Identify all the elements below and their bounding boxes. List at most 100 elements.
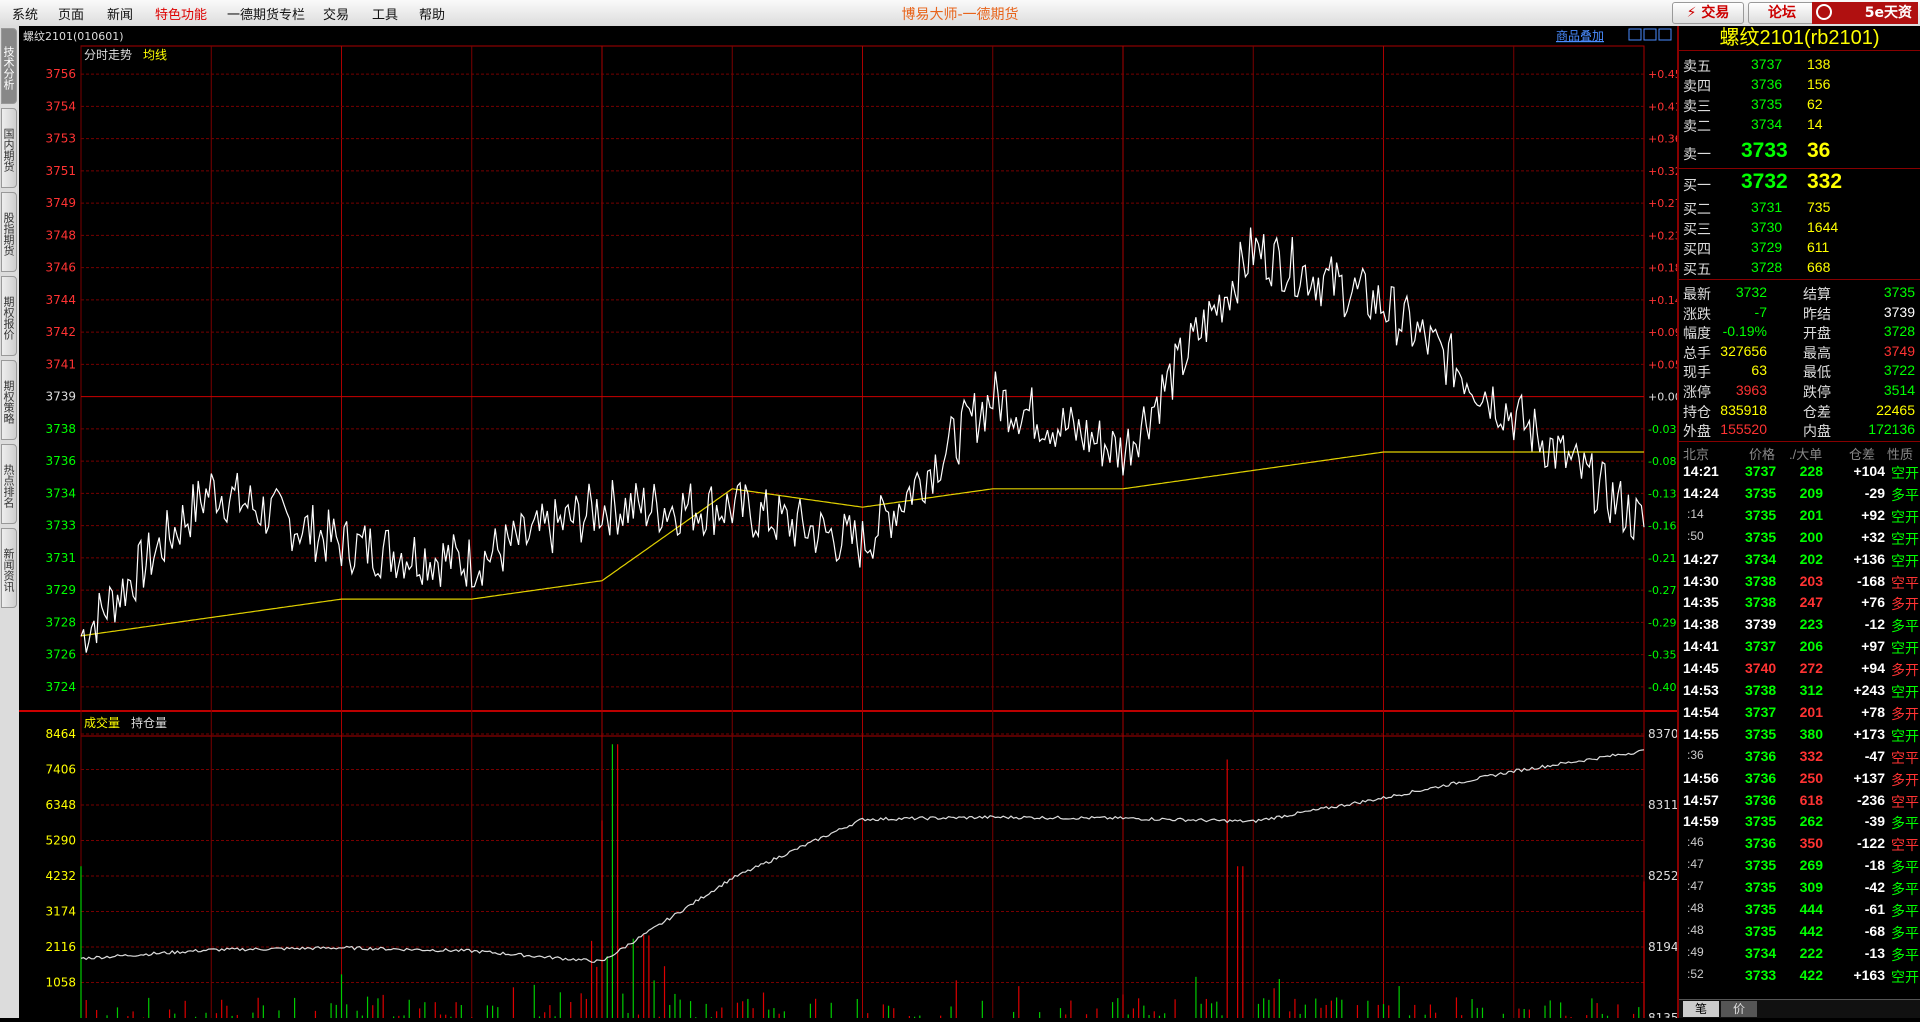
tick-row[interactable]: 14:24 3735 209 -29 多平	[1683, 485, 1919, 507]
percent-tick: -0.03%	[1648, 423, 1677, 436]
tick-row[interactable]: 14:55 3735 380 +173 空开	[1683, 725, 1919, 748]
stat-label: 总手	[1683, 344, 1711, 361]
tick-volume: 247	[1799, 594, 1823, 611]
tick-nature: 空开	[1891, 530, 1919, 547]
tick-price: 3736	[1745, 835, 1777, 852]
tab-news[interactable]: 新闻资讯	[1, 528, 17, 608]
tick-row[interactable]: :36 3736 332 -47 空平	[1683, 747, 1919, 770]
tick-row[interactable]: :14 3735 201 +92 空开	[1683, 506, 1919, 529]
ask-row-5[interactable]: 卖五 3737 138	[1683, 56, 1915, 75]
tick-row[interactable]: :48 3735 442 -68 多平	[1683, 922, 1919, 945]
logo-icon	[1816, 4, 1832, 20]
tick-oi-change: +97	[1861, 638, 1885, 655]
tick-row[interactable]: :48 3735 444 -61 多平	[1683, 901, 1919, 923]
tick-volume: 618	[1799, 791, 1823, 808]
open-interest-tick: 813526	[1648, 1011, 1677, 1018]
tick-nature: 空开	[1891, 552, 1919, 569]
tick-row[interactable]: :46 3736 350 -122 空平	[1683, 835, 1919, 857]
tick-row[interactable]: 14:30 3738 203 -168 空平	[1683, 573, 1919, 595]
ask-row-4[interactable]: 卖四 3736 156	[1683, 76, 1915, 95]
tick-row[interactable]: :50 3735 200 +32 空开	[1683, 529, 1919, 551]
bid-row-5[interactable]: 买五 3728 668	[1683, 259, 1915, 278]
tick-time: :48	[1687, 901, 1704, 915]
volume-tick: 4232	[45, 869, 76, 883]
tick-row[interactable]: 14:41 3737 206 +97 空开	[1683, 638, 1919, 660]
tick-nature: 多平	[1891, 618, 1919, 635]
bid-row-4[interactable]: 买四 3729 611	[1683, 239, 1915, 258]
intraday-chart[interactable]: 螺纹2101(010601) 商品叠加 分时走势 均线 成交量 持仓量 3756…	[19, 26, 1694, 1022]
ask-row-3[interactable]: 卖三 3735 62	[1683, 96, 1915, 115]
tick-row[interactable]: 14:45 3740 272 +94 多开	[1683, 660, 1919, 682]
volume-tick: 5290	[45, 834, 76, 848]
tick-row[interactable]: 14:53 3738 312 +243 空开	[1683, 682, 1919, 704]
tick-row[interactable]: 14:59 3735 262 -39 多平	[1683, 813, 1919, 835]
tick-time: 14:56	[1683, 769, 1719, 786]
tick-volume: 422	[1799, 966, 1823, 983]
app-title: 博易大师-一德期货	[901, 7, 1019, 23]
tick-price: 3736	[1745, 747, 1777, 764]
percent-tick: -0.08%	[1648, 455, 1677, 468]
stat-value: 155520	[1720, 421, 1767, 438]
percent-tick: -0.29%	[1648, 616, 1677, 629]
bid-volume: 668	[1807, 259, 1831, 275]
percent-tick: -0.35%	[1648, 649, 1677, 662]
stat-label: 内盘	[1803, 423, 1831, 440]
tick-price: 3735	[1745, 506, 1777, 523]
tick-oi-change: -42	[1864, 879, 1885, 896]
tick-price: 3735	[1745, 813, 1777, 830]
tick-volume: 332	[1799, 747, 1823, 764]
tick-time: 14:45	[1683, 660, 1719, 677]
tick-nature: 多开	[1891, 596, 1919, 613]
tick-oi-change: -68	[1864, 922, 1885, 939]
tab-hot-ranking[interactable]: 热点排名	[1, 444, 17, 524]
tick-row[interactable]: :52 3733 422 +163 空开	[1683, 966, 1919, 989]
tick-volume: 309	[1799, 879, 1823, 896]
tick-row[interactable]: :47 3735 269 -18 多平	[1683, 857, 1919, 879]
brand-logo: 5e天资	[1812, 2, 1918, 24]
tick-row[interactable]: 14:57 3736 618 -236 空平	[1683, 791, 1919, 814]
overlay-link[interactable]: 商品叠加	[1556, 28, 1604, 43]
stat-row: 涨停 3963 跌停 3514	[1683, 382, 1915, 401]
open-interest-tick: 837062	[1648, 727, 1677, 741]
tab-by-trade[interactable]: 笔	[1683, 1001, 1719, 1017]
divider	[1679, 441, 1920, 442]
tick-time: 14:41	[1683, 638, 1719, 655]
tick-row[interactable]: 14:27 3734 202 +136 空开	[1683, 550, 1919, 573]
tick-price: 3736	[1745, 791, 1777, 808]
tick-row[interactable]: 14:35 3738 247 +76 多开	[1683, 594, 1919, 616]
tick-volume: 202	[1799, 550, 1823, 567]
stat-row: 幅度 -0.19% 开盘 3728	[1683, 323, 1915, 342]
price-tick: 3741	[45, 357, 76, 371]
tab-index-futures[interactable]: 股指期货	[1, 192, 17, 272]
ask-row-1[interactable]: 卖一 3733 36	[1683, 139, 1915, 165]
trade-button[interactable]: ⚡ 交易	[1672, 2, 1744, 24]
tab-technical-analysis[interactable]: 技术分析	[1, 28, 17, 104]
price-tick: 3739	[45, 390, 76, 404]
percent-tick: +0.23%	[1648, 229, 1677, 242]
tick-time: 14:38	[1683, 616, 1719, 633]
tick-row[interactable]: :47 3735 309 -42 多平	[1683, 879, 1919, 901]
bid-row-1[interactable]: 买一 3732 332	[1683, 170, 1915, 196]
tick-row[interactable]: 14:38 3739 223 -12 多平	[1683, 616, 1919, 638]
bid-label: 买二	[1683, 201, 1711, 217]
tick-row[interactable]: 14:21 3737 228 +104 空开	[1683, 463, 1919, 485]
ask-row-2[interactable]: 卖二 3734 14	[1683, 116, 1915, 135]
tick-oi-change: -39	[1864, 813, 1885, 830]
tick-row[interactable]: 14:56 3736 250 +137 多开	[1683, 769, 1919, 792]
bid-volume: 1644	[1807, 219, 1839, 235]
tick-row[interactable]: 14:54 3737 201 +78 多开	[1683, 704, 1919, 726]
ask-label: 卖五	[1683, 58, 1711, 74]
bid-row-2[interactable]: 买二 3731 735	[1683, 199, 1915, 218]
tick-time: 14:55	[1683, 725, 1719, 742]
tab-option-strategy[interactable]: 期权策略	[1, 360, 17, 440]
tab-option-quotes[interactable]: 期权报价	[1, 276, 17, 356]
chart-svg[interactable]: 螺纹2101(010601) 商品叠加 分时走势 均线 成交量 持仓量 3756…	[19, 26, 1694, 1022]
bid-row-3[interactable]: 买三 3730 1644	[1683, 219, 1915, 238]
tab-by-price[interactable]: 价	[1721, 1001, 1757, 1017]
forum-button[interactable]: 论坛	[1748, 2, 1816, 24]
tick-row[interactable]: :49 3734 222 -13 多平	[1683, 945, 1919, 967]
tick-time: :36	[1687, 747, 1704, 762]
tab-domestic-futures[interactable]: 国内期货	[1, 108, 17, 188]
stat-row: 涨跌 -7 昨结 3739	[1683, 304, 1915, 323]
tick-nature: 多开	[1891, 705, 1919, 722]
